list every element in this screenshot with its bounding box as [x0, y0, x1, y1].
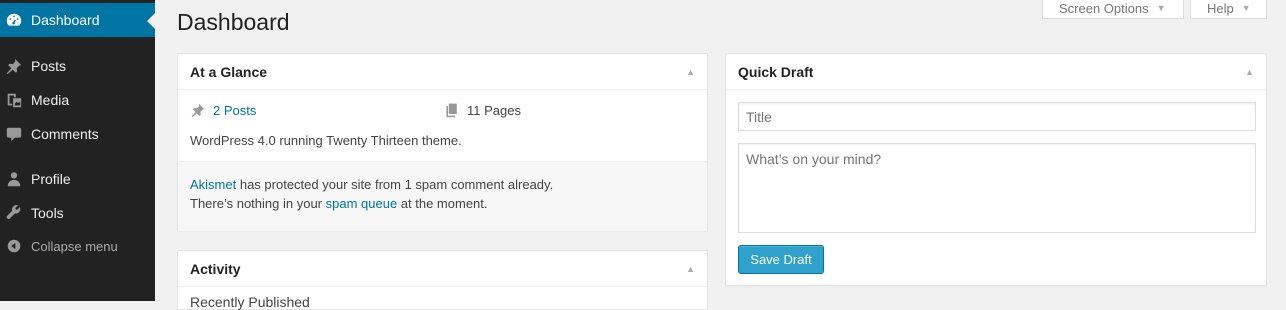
sidebar-item-tools[interactable]: Tools [0, 196, 155, 230]
widget-title: Activity [190, 260, 241, 277]
widget-title: Quick Draft [738, 63, 814, 80]
collapse-menu-button[interactable]: Collapse menu [0, 229, 155, 263]
at-a-glance-widget: At a Glance ▲ 2 Posts 11 Pages WordPress… [177, 53, 708, 231]
collapse-toggle-icon[interactable]: ▲ [686, 67, 695, 77]
widget-header[interactable]: At a Glance ▲ [178, 54, 707, 90]
pages-count-label: 11 Pages [467, 102, 521, 118]
caret-down-icon: ▼ [1156, 3, 1166, 13]
version-text: WordPress 4.0 running Twenty Thirteen th… [190, 133, 462, 148]
spam-suffix: at the moment. [397, 196, 488, 211]
screen-options-label: Screen Options [1059, 0, 1149, 16]
screen-options-button[interactable]: Screen Options ▼ [1042, 0, 1184, 19]
posts-count: 2 Posts [190, 102, 256, 118]
pushpin-icon [4, 56, 24, 76]
draft-content-textarea[interactable] [738, 143, 1256, 233]
help-button[interactable]: Help ▼ [1190, 0, 1267, 19]
collapse-toggle-icon[interactable]: ▲ [1245, 67, 1254, 77]
akismet-text: has protected your site from 1 spam comm… [236, 177, 554, 192]
wrench-icon [4, 203, 24, 223]
sidebar-item-label: Comments [31, 126, 99, 142]
help-label: Help [1207, 0, 1234, 16]
user-icon [4, 169, 24, 189]
sidebar-item-profile[interactable]: Profile [0, 162, 155, 196]
collapse-toggle-icon[interactable]: ▲ [686, 264, 695, 274]
widget-header[interactable]: Quick Draft ▲ [726, 54, 1266, 90]
save-draft-button[interactable]: Save Draft [738, 245, 824, 274]
sidebar-item-dashboard[interactable]: Dashboard [0, 3, 155, 37]
spam-queue-link[interactable]: spam queue [326, 196, 398, 211]
draft-title-input[interactable] [738, 102, 1256, 131]
admin-sidebar: Dashboard Posts Media Comments Profile T… [0, 0, 155, 301]
dashboard-icon [4, 10, 24, 30]
quick-draft-widget: Quick Draft ▲ Save Draft [725, 53, 1267, 286]
recently-published-heading: Recently Published [190, 294, 310, 310]
sidebar-item-comments[interactable]: Comments [0, 117, 155, 151]
media-icon [4, 90, 24, 110]
sidebar-item-label: Posts [31, 58, 67, 74]
pages-icon [446, 103, 457, 118]
activity-widget: Activity ▲ Recently Published [177, 250, 708, 310]
sidebar-item-posts[interactable]: Posts [0, 49, 155, 83]
comment-icon [4, 124, 24, 144]
collapse-menu-label: Collapse menu [31, 238, 118, 254]
akismet-notice: Akismet has protected your site from 1 s… [178, 161, 707, 231]
collapse-arrow-icon [4, 236, 24, 256]
akismet-link[interactable]: Akismet [190, 177, 236, 192]
caret-down-icon: ▼ [1241, 3, 1251, 13]
spam-prefix: There’s nothing in your [190, 196, 326, 211]
sidebar-item-label: Media [31, 92, 70, 108]
akismet-notice-text: Akismet has protected your site from 1 s… [190, 175, 553, 213]
widget-header[interactable]: Activity ▲ [178, 251, 707, 287]
page-title: Dashboard [177, 9, 290, 35]
posts-count-link[interactable]: 2 Posts [213, 103, 256, 118]
pages-count: 11 Pages [444, 102, 521, 118]
pushpin-icon [191, 103, 205, 118]
sidebar-item-label: Profile [31, 171, 71, 187]
sidebar-item-media[interactable]: Media [0, 83, 155, 117]
sidebar-item-label: Dashboard [31, 12, 100, 28]
sidebar-item-label: Tools [31, 205, 64, 221]
widget-title: At a Glance [190, 63, 268, 80]
